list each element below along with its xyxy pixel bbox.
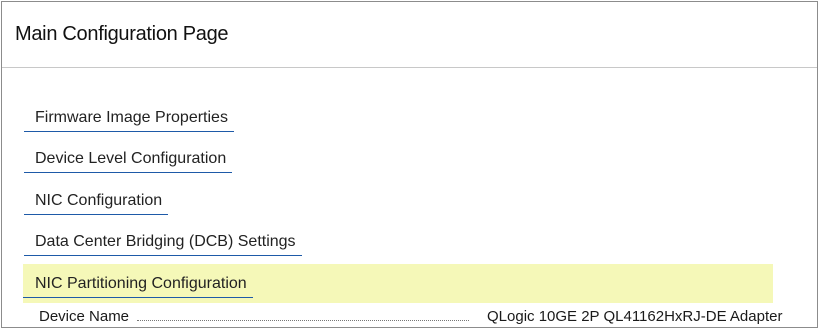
device-name-row: Device Name QLogic 10GE 2P QL41162HxRJ-D… xyxy=(2,307,817,327)
menu-item-label: Device Level Configuration xyxy=(24,149,233,173)
device-name-label: Device Name xyxy=(39,308,130,325)
menu-item-device-level-configuration[interactable]: Device Level Configuration xyxy=(24,149,233,173)
menu-item-label: NIC Configuration xyxy=(24,191,169,215)
device-name-value: QLogic 10GE 2P QL41162HxRJ-DE Adapter xyxy=(487,308,783,325)
menu-item-nic-configuration[interactable]: NIC Configuration xyxy=(24,191,169,215)
menu-item-label: Data Center Bridging (DCB) Settings xyxy=(24,232,302,256)
menu-item-label: Firmware Image Properties xyxy=(24,108,234,132)
menu-item-label: NIC Partitioning Configuration xyxy=(23,274,253,298)
dotted-leader xyxy=(137,320,469,321)
page-header: Main Configuration Page xyxy=(2,2,817,68)
menu-item-dcb-settings[interactable]: Data Center Bridging (DCB) Settings xyxy=(24,232,302,256)
menu-item-nic-partitioning-configuration[interactable]: NIC Partitioning Configuration xyxy=(23,264,773,303)
page-title: Main Configuration Page xyxy=(15,23,229,45)
main-configuration-window: Main Configuration Page Firmware Image P… xyxy=(1,1,818,328)
menu-item-firmware-image-properties[interactable]: Firmware Image Properties xyxy=(24,108,234,132)
